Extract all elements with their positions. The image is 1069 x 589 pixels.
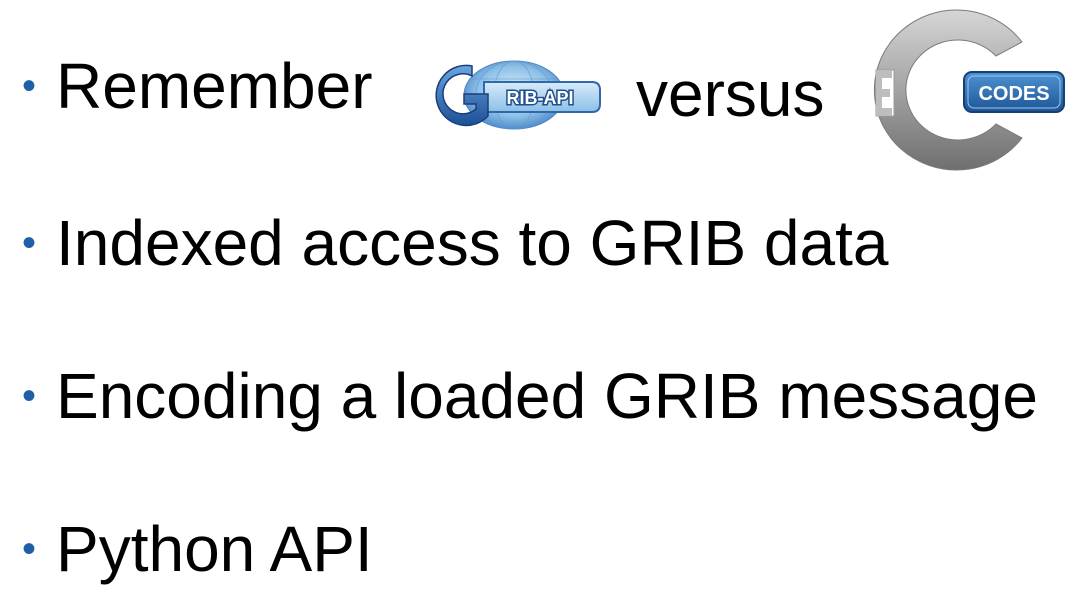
bullet-dot: • (22, 64, 37, 108)
bullet-dot: • (22, 527, 37, 571)
bullet-dot: • (22, 221, 37, 265)
versus-text: versus (636, 58, 825, 130)
eccodes-logo: CODES (873, 9, 1065, 171)
bullet-item-remember: • Remember (22, 46, 373, 126)
bullet-text: Indexed access to GRIB data (56, 207, 889, 279)
bullet-item-python-api: • Python API (22, 509, 373, 589)
bullet-text: Encoding a loaded GRIB message (56, 360, 1038, 432)
bullet-dot: • (22, 374, 37, 418)
bullet-text: Python API (56, 513, 373, 585)
bullet-item-indexed-access: • Indexed access to GRIB data (22, 203, 888, 283)
grib-api-logo: RIB-API (435, 60, 601, 130)
bullet-text: Remember (56, 50, 373, 122)
svg-text:CODES: CODES (978, 83, 1049, 105)
bullet-item-encoding: • Encoding a loaded GRIB message (22, 356, 1038, 436)
svg-text:RIB-API: RIB-API (507, 88, 574, 108)
